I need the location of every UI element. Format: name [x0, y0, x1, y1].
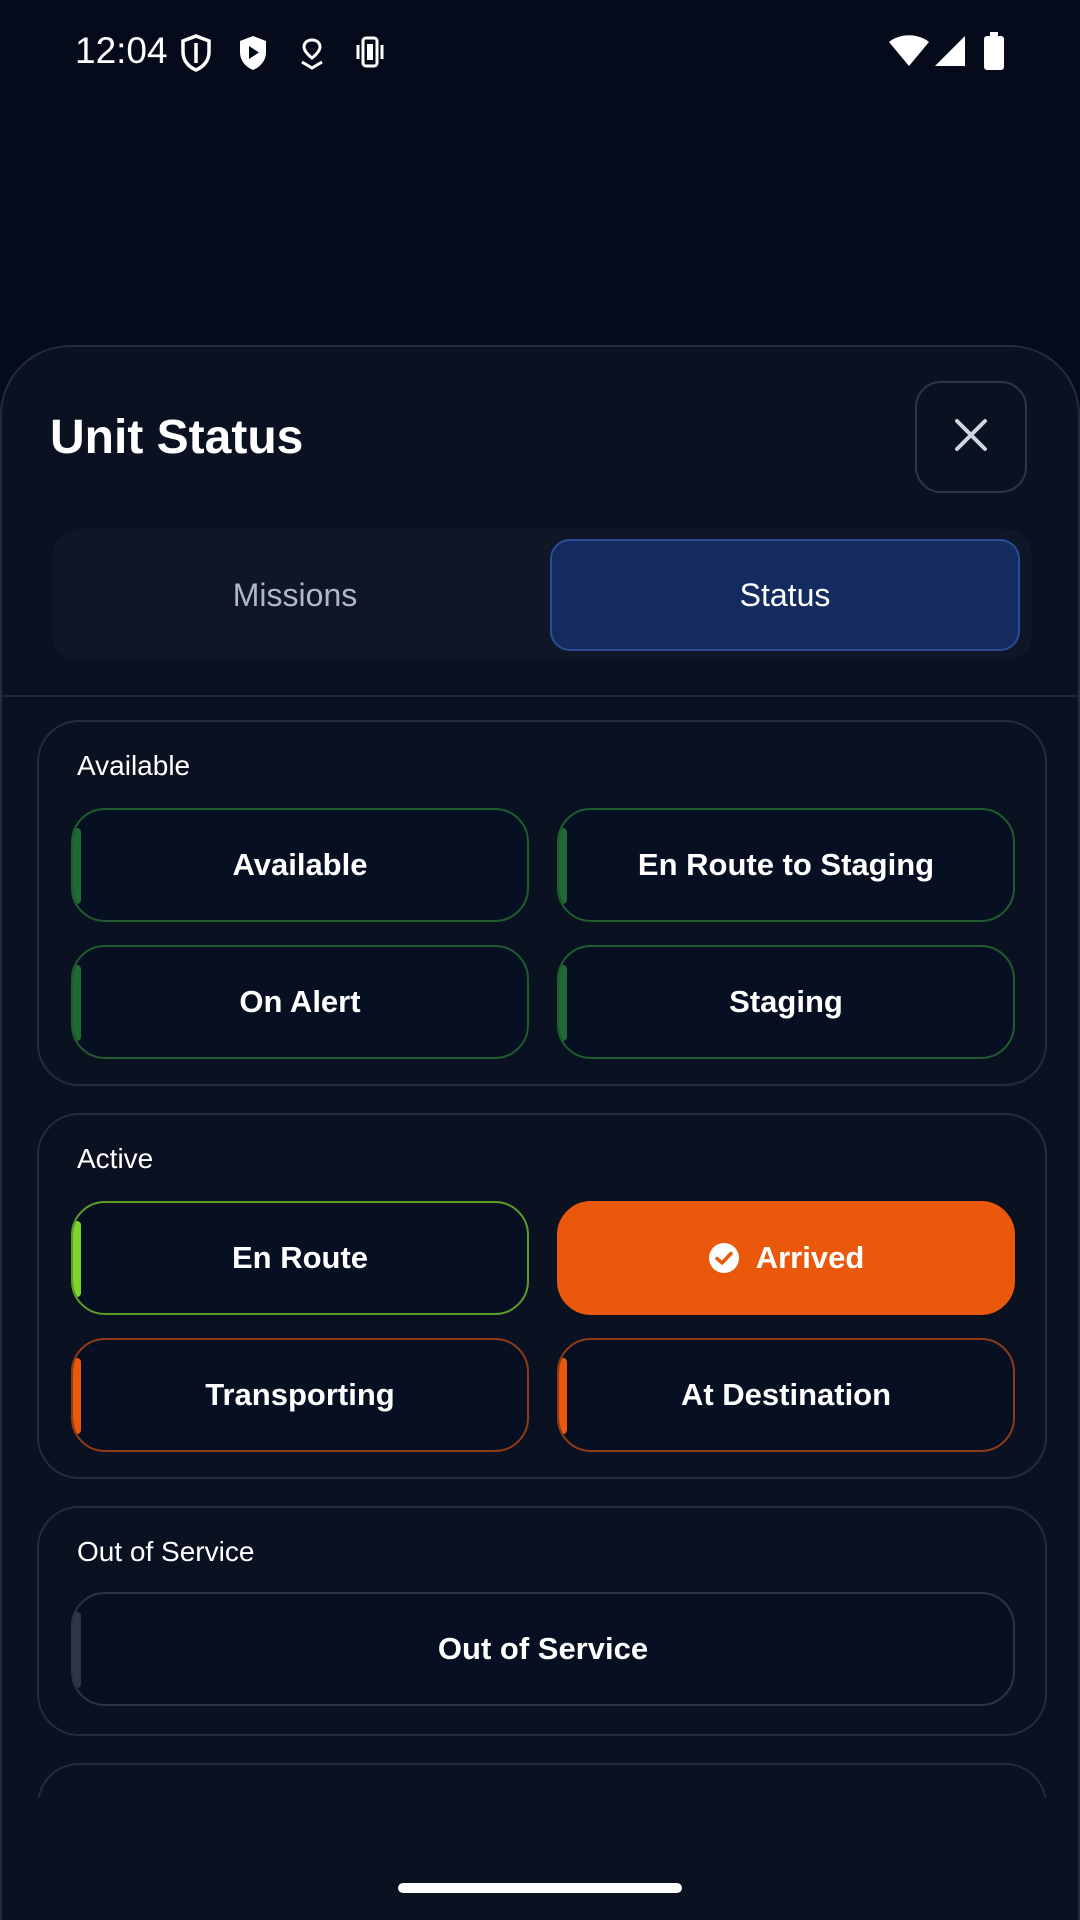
status-button-out-of-service[interactable]: Out of Service — [71, 1592, 1015, 1706]
status-stripe — [559, 828, 567, 904]
tab-missions[interactable]: Missions — [60, 539, 530, 651]
home-indicator[interactable] — [398, 1883, 682, 1893]
close-icon — [953, 417, 989, 458]
status-button-label: On Alert — [239, 984, 361, 1019]
status-stripe — [73, 828, 81, 904]
status-bar: 12:04 — [0, 0, 1080, 110]
status-button-arrived[interactable]: Arrived — [557, 1201, 1015, 1315]
status-button-staging[interactable]: Staging — [557, 945, 1015, 1059]
status-button-label: Transporting — [205, 1377, 395, 1412]
status-button-en-route-to-staging[interactable]: En Route to Staging — [557, 808, 1015, 922]
status-group-available: Available Available En Route to Staging … — [37, 720, 1047, 1086]
play-shield-icon — [237, 34, 269, 77]
status-button-at-destination[interactable]: At Destination — [557, 1338, 1015, 1452]
wifi-icon — [888, 34, 930, 73]
divider — [2, 695, 1078, 697]
group-label: Active — [77, 1143, 154, 1174]
status-button-label: Out of Service — [437, 1631, 649, 1666]
status-button-label: Available — [232, 847, 368, 882]
status-stripe — [559, 1358, 567, 1434]
status-button-available[interactable]: Available — [71, 808, 529, 922]
status-group-active: Active En Route Arrived Transporting At … — [37, 1113, 1047, 1479]
close-button[interactable] — [915, 381, 1027, 493]
unit-status-sheet: Unit Status Missions Status Available Av… — [0, 345, 1080, 1920]
status-stripe — [73, 1358, 81, 1434]
status-button-label: Arrived — [755, 1240, 865, 1275]
tab-status[interactable]: Status — [550, 539, 1020, 651]
status-stripe — [73, 965, 81, 1041]
shield-outline-icon — [180, 34, 212, 77]
status-button-label: En Route — [231, 1240, 369, 1275]
vibrate-icon — [353, 34, 387, 75]
status-button-on-alert[interactable]: On Alert — [71, 945, 529, 1059]
status-button-en-route[interactable]: En Route — [71, 1201, 529, 1315]
status-group-partial — [37, 1763, 1047, 1798]
status-stripe — [73, 1612, 81, 1688]
status-button-label: En Route to Staging — [637, 847, 935, 882]
status-stripe — [559, 965, 567, 1041]
group-label: Out of Service — [77, 1536, 255, 1567]
cell-signal-icon — [933, 34, 967, 73]
status-button-label: Staging — [729, 984, 843, 1019]
tab-bar: Missions Status — [52, 529, 1032, 661]
status-button-label: At Destination — [680, 1377, 892, 1412]
battery-icon — [982, 32, 1006, 77]
group-label: Available — [77, 750, 191, 781]
status-group-out-of-service: Out of Service Out of Service — [37, 1506, 1047, 1736]
status-stripe — [73, 1221, 81, 1297]
status-button-transporting[interactable]: Transporting — [71, 1338, 529, 1452]
check-circle-icon — [708, 1242, 740, 1274]
location-heart-icon — [298, 36, 326, 75]
status-time: 12:04 — [75, 30, 168, 71]
sheet-title: Unit Status — [50, 411, 304, 464]
